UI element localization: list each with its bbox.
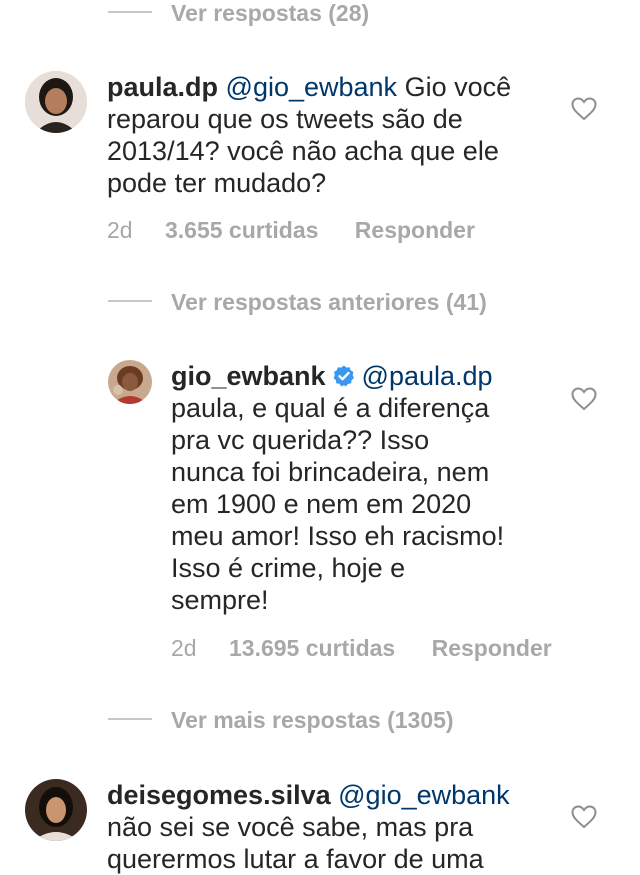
comment-body: paula.dp @gio_ewbank Gio você reparou qu… (107, 71, 547, 199)
comment-mention[interactable]: @gio_ewbank (226, 72, 398, 102)
comment-mention[interactable]: @paula.dp (362, 361, 493, 391)
replies-divider-line (108, 300, 152, 302)
heart-icon[interactable] (571, 387, 597, 411)
avatar-photo (25, 779, 87, 841)
avatar-photo (108, 360, 152, 404)
heart-icon[interactable] (571, 97, 597, 121)
comment-text-line: 2013/14? você não acha que ele (107, 136, 499, 166)
comment-text-line: sempre! (171, 585, 269, 615)
comment-body: deisegomes.silva @gio_ewbank não sei se … (107, 779, 557, 875)
replies-divider-line (108, 11, 152, 13)
likes-count[interactable]: 3.655 curtidas (165, 217, 318, 243)
avatar-photo (25, 71, 87, 133)
comment-text-line: Isso é crime, hoje e (171, 553, 406, 583)
comment-meta: 2d 13.695 curtidas Responder (171, 635, 552, 662)
reply-button[interactable]: Responder (432, 635, 552, 661)
comment-text-line: nunca foi brincadeira, nem (171, 457, 490, 487)
comment-text-line: meu amor! Isso eh racismo! (171, 521, 505, 551)
comment-body: gio_ewbank @paula.dp paula, e qual é a d… (171, 360, 551, 616)
avatar[interactable] (25, 71, 87, 133)
view-previous-replies-link[interactable]: Ver respostas anteriores (41) (171, 289, 487, 316)
avatar[interactable] (25, 779, 87, 841)
comment-text-line: querermos lutar a favor de uma (107, 844, 484, 874)
comment-username[interactable]: paula.dp (107, 72, 218, 102)
view-replies-link[interactable]: Ver respostas (28) (171, 0, 369, 27)
comment-text-line: pode ter mudado? (107, 168, 327, 198)
comment-text-line: reparou que os tweets são de (107, 104, 463, 134)
replies-divider-line (108, 718, 152, 720)
comment-age: 2d (171, 635, 197, 661)
comment-username[interactable]: deisegomes.silva (107, 780, 331, 810)
avatar[interactable] (108, 360, 152, 404)
heart-icon[interactable] (571, 805, 597, 829)
comment-text-line: Gio você (404, 72, 512, 102)
comment-text-line: paula, e qual é a diferença (171, 393, 490, 423)
comment-age: 2d (107, 217, 133, 243)
reply-button[interactable]: Responder (355, 217, 475, 243)
comment-meta: 2d 3.655 curtidas Responder (107, 217, 475, 244)
comment-text-line: não sei se você sabe, mas pra (107, 812, 474, 842)
comment-text-line: em 1900 e nem em 2020 (171, 489, 472, 519)
view-more-replies-link[interactable]: Ver mais respostas (1305) (171, 707, 454, 734)
comment-text-line: pra vc querida?? Isso (171, 425, 430, 455)
likes-count[interactable]: 13.695 curtidas (229, 635, 395, 661)
verified-badge-icon (333, 365, 354, 387)
comment-username[interactable]: gio_ewbank (171, 361, 326, 391)
comment-mention[interactable]: @gio_ewbank (338, 780, 510, 810)
